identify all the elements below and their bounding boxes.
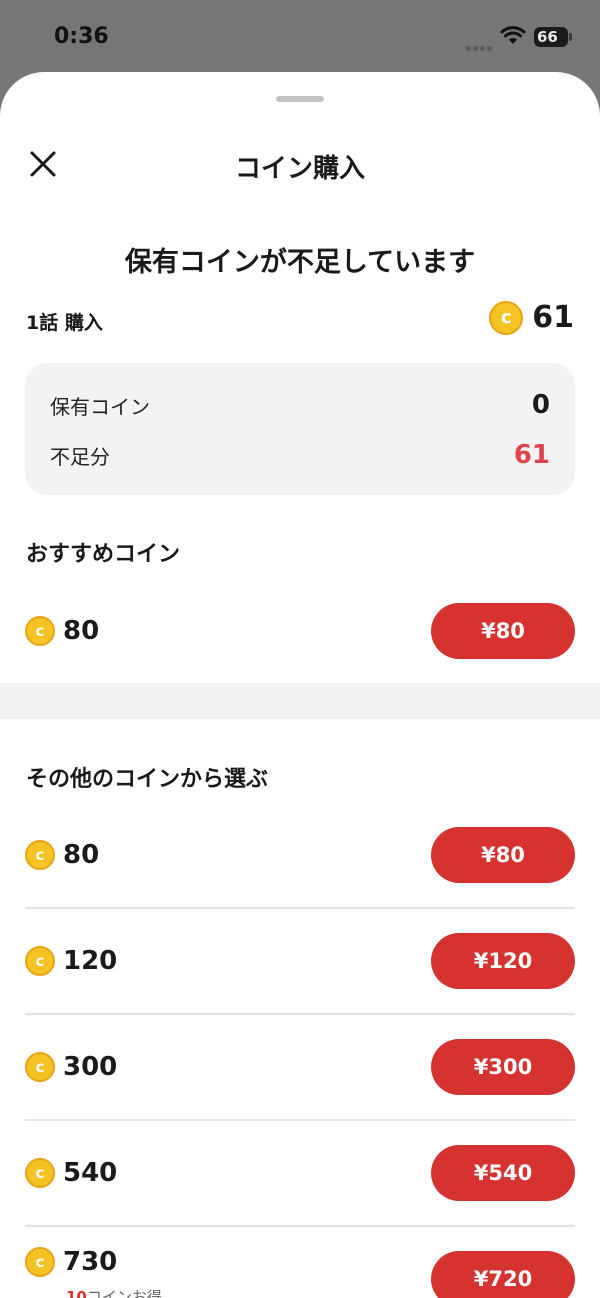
episode-price: c 61 xyxy=(489,300,574,335)
row-divider xyxy=(25,907,575,909)
buy-button-recommended[interactable]: ¥80 xyxy=(431,603,575,659)
coin-icon: c xyxy=(25,1052,55,1082)
coin-amount: 80 xyxy=(63,616,100,646)
other-coins-title: その他のコインから選ぶ xyxy=(26,767,269,792)
recommended-coins-title: おすすめコイン xyxy=(26,542,181,567)
coin-icon: c xyxy=(25,1247,55,1277)
coin-pack-row: c 300 ¥300 xyxy=(25,1039,575,1095)
coin-amount: 300 xyxy=(63,1052,118,1082)
coin-amount: 540 xyxy=(63,1158,118,1188)
coin-pack-row: c 120 ¥120 xyxy=(25,933,575,989)
coin-icon: c xyxy=(25,1158,55,1188)
bonus-label: コインお得 xyxy=(86,1288,162,1298)
episode-purchase-label: 1話 購入 xyxy=(26,312,103,334)
buy-button[interactable]: ¥720 xyxy=(431,1251,575,1298)
bonus-note: 10コインお得 xyxy=(66,1286,162,1298)
coin-amount: 80 xyxy=(63,840,100,870)
buy-button[interactable]: ¥300 xyxy=(431,1039,575,1095)
battery-level: 66 xyxy=(537,28,558,46)
status-bar: 0:36 66 xyxy=(0,0,600,72)
insufficient-coins-heading: 保有コインが不足しています xyxy=(124,247,476,278)
wifi-icon xyxy=(500,26,526,46)
row-divider xyxy=(25,1119,575,1121)
battery-icon: 66 xyxy=(534,27,568,47)
episode-price-value: 61 xyxy=(532,300,574,335)
buy-button[interactable]: ¥540 xyxy=(431,1145,575,1201)
bonus-amount: 10 xyxy=(66,1288,87,1298)
row-divider xyxy=(25,1225,575,1227)
buy-button[interactable]: ¥120 xyxy=(431,933,575,989)
coin-pack-row: c 80 ¥80 xyxy=(25,827,575,883)
shortage-label: 不足分 xyxy=(50,444,110,469)
coin-amount: 120 xyxy=(63,946,118,976)
sheet-title: コイン購入 xyxy=(234,154,365,184)
owned-coins-value: 0 xyxy=(531,390,550,420)
sheet-grabber[interactable] xyxy=(276,96,324,102)
recommended-coin-pack: c 80 ¥80 xyxy=(25,603,575,659)
coin-icon: c xyxy=(25,616,55,646)
coin-amount: 730 xyxy=(63,1247,118,1277)
coin-icon: c xyxy=(25,840,55,870)
buy-button[interactable]: ¥80 xyxy=(431,827,575,883)
battery-tip xyxy=(569,33,572,41)
shortage-value: 61 xyxy=(513,440,550,470)
owned-coins-label: 保有コイン xyxy=(50,394,150,419)
coin-icon: c xyxy=(489,300,524,335)
row-divider xyxy=(25,1013,575,1015)
balance-panel: 保有コイン 0 不足分 61 xyxy=(25,363,575,495)
coin-pack-row: c 540 ¥540 xyxy=(25,1145,575,1201)
owned-coins-row: 保有コイン 0 xyxy=(50,385,550,425)
status-time: 0:36 xyxy=(54,24,109,49)
coin-icon: c xyxy=(25,946,55,976)
shortage-row: 不足分 61 xyxy=(50,435,550,475)
section-divider xyxy=(0,683,600,719)
signal-icon xyxy=(466,36,494,51)
coin-purchase-sheet: コイン購入 保有コインが不足しています 1話 購入 c 61 保有コイン 0 不… xyxy=(0,72,600,1298)
